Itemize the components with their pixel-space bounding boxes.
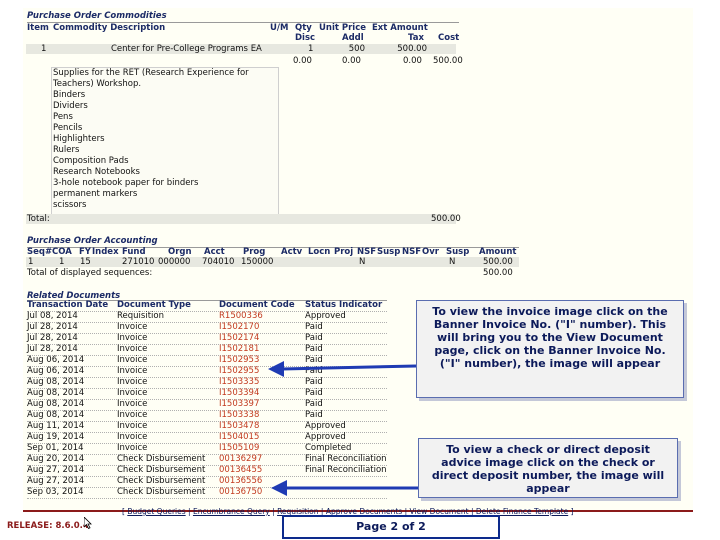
invoice-arrow-icon (268, 361, 417, 377)
link-encumbrance-query[interactable]: Encumbrance Query (193, 507, 270, 516)
release-label: RELEASE: 8.6.0.4 (7, 521, 89, 531)
mouse-cursor-icon (84, 517, 92, 529)
link-budget-queries[interactable]: Budget Queries (127, 507, 185, 516)
check-arrow-icon (271, 480, 418, 496)
page-indicator: Page 2 of 2 (282, 515, 500, 539)
callout-arrows (268, 361, 418, 496)
